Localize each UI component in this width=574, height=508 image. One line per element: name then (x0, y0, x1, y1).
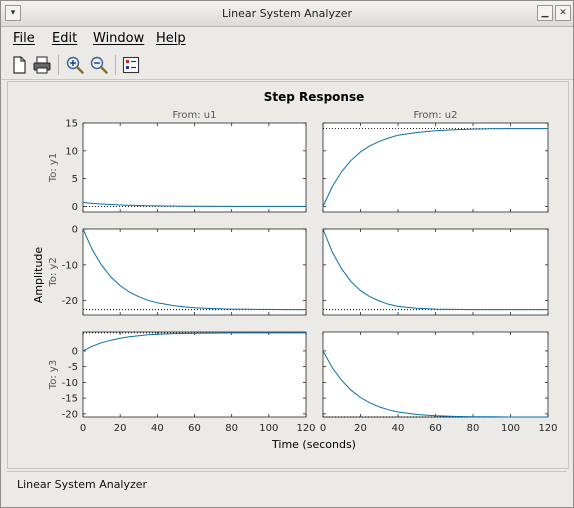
menu-help[interactable]: Help (156, 31, 186, 46)
y-tick-label: 0 (72, 225, 78, 236)
x-tick-label: 60 (188, 423, 201, 434)
toolbar (1, 51, 573, 80)
column-label: From: u2 (413, 110, 457, 121)
zoom-out-icon[interactable] (89, 55, 109, 75)
subplot-axes (82, 122, 307, 213)
x-tick-label: 0 (320, 423, 326, 434)
x-tick-label: 20 (354, 423, 367, 434)
x-tick-label: 80 (225, 423, 238, 434)
y-tick-label: 0 (72, 346, 78, 357)
x-tick-label: 40 (392, 423, 405, 434)
x-tick-label: 100 (501, 423, 520, 434)
menu-bar: File Edit Window Help (1, 27, 573, 49)
subplot-axes (322, 331, 549, 418)
y-tick-label: 0 (72, 202, 78, 213)
subplot-axes (322, 122, 549, 213)
menu-edit[interactable]: Edit (52, 31, 77, 46)
minimize-icon[interactable]: ▁ (537, 5, 553, 21)
x-tick-label: 20 (114, 423, 127, 434)
subplot-axes (322, 228, 549, 316)
x-tick-label: 40 (151, 423, 164, 434)
toolbar-separator (115, 55, 116, 75)
x-tick-label: 120 (538, 423, 557, 434)
row-label: To: y3 (48, 360, 59, 390)
application-window: ▾ Linear System Analyzer ▁ ✕ File Edit W… (0, 0, 574, 508)
subplot-axes (82, 331, 307, 418)
new-icon[interactable] (9, 55, 29, 75)
status-bar: Linear System Analyzer (7, 471, 567, 496)
y-tick-label: 15 (65, 119, 78, 130)
x-tick-label: 100 (259, 423, 278, 434)
zoom-in-icon[interactable] (65, 55, 85, 75)
y-tick-label: -15 (62, 394, 78, 405)
column-label: From: u1 (172, 110, 216, 121)
toolbar-separator (58, 55, 59, 75)
y-tick-label: 10 (65, 146, 78, 157)
subplot-axes (82, 228, 307, 316)
x-tick-label: 60 (429, 423, 442, 434)
y-tick-label: -20 (62, 296, 78, 307)
y-tick-label: -5 (68, 362, 78, 373)
x-tick-label: 80 (467, 423, 480, 434)
x-tick-label: 0 (80, 423, 86, 434)
y-tick-label: -10 (62, 260, 78, 271)
y-tick-label: -20 (62, 409, 78, 420)
x-tick-label: 120 (296, 423, 315, 434)
close-icon[interactable]: ✕ (555, 5, 571, 21)
plot-config-icon[interactable] (121, 55, 141, 75)
chart-title: Step Response (264, 90, 364, 104)
step-response-chart[interactable]: Step Response Time (seconds) Amplitude F… (8, 82, 568, 468)
y-axis-label: Amplitude (32, 247, 45, 304)
y-tick-label: -10 (62, 378, 78, 389)
menu-window[interactable]: Window (93, 31, 144, 46)
window-title: Linear System Analyzer (221, 7, 353, 20)
status-text: Linear System Analyzer (17, 478, 148, 491)
row-label: To: y2 (48, 257, 59, 287)
row-label: To: y1 (48, 153, 59, 183)
y-tick-label: 5 (72, 174, 78, 185)
x-axis-label: Time (seconds) (271, 438, 356, 451)
plot-panel: Step Response Time (seconds) Amplitude F… (7, 81, 569, 469)
menu-file[interactable]: File (13, 31, 35, 46)
title-bar[interactable]: ▾ Linear System Analyzer ▁ ✕ (1, 1, 573, 27)
print-icon[interactable] (32, 55, 52, 75)
